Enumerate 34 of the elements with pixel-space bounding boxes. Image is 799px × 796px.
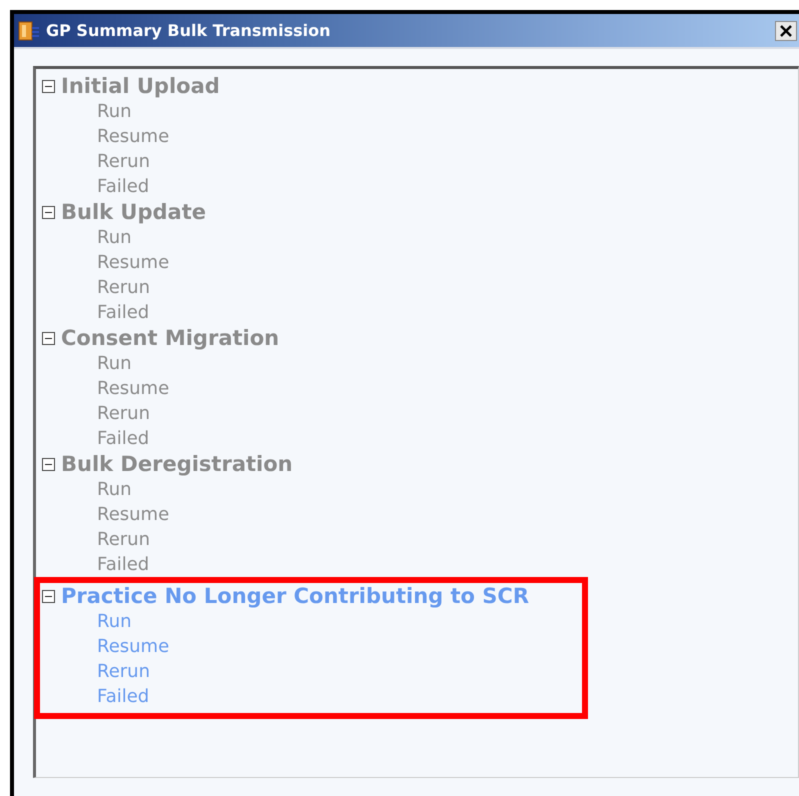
tree-item[interactable]: Rerun xyxy=(97,527,150,552)
tree-item[interactable]: Resume xyxy=(97,250,170,275)
application-icon xyxy=(18,20,40,42)
tree-item[interactable]: Rerun xyxy=(97,659,150,684)
tree-item[interactable]: Run xyxy=(97,351,132,376)
tree-item[interactable]: Run xyxy=(97,477,132,502)
tree-item[interactable]: Resume xyxy=(97,124,170,149)
tree-item[interactable]: Failed xyxy=(97,684,150,709)
tree-item[interactable]: Run xyxy=(97,99,132,124)
tree-item[interactable]: Rerun xyxy=(97,149,150,174)
expand-toggle[interactable] xyxy=(42,332,55,344)
tree-group-label[interactable]: Initial Upload xyxy=(61,74,220,98)
tree-item[interactable]: Failed xyxy=(97,174,150,199)
tree-group-label[interactable]: Consent Migration xyxy=(61,326,280,350)
tree-item[interactable]: Rerun xyxy=(97,401,150,426)
tree-item[interactable]: Resume xyxy=(97,502,170,527)
tree-group-label[interactable]: Bulk Update xyxy=(61,200,206,224)
tree-item[interactable]: Resume xyxy=(97,634,170,659)
close-button[interactable] xyxy=(775,20,797,40)
close-icon xyxy=(780,24,792,36)
tree-group-label[interactable]: Practice No Longer Contributing to SCR xyxy=(61,584,529,608)
tree-item[interactable]: Resume xyxy=(97,376,170,401)
tree-group-label[interactable]: Bulk Deregistration xyxy=(61,452,293,476)
tree-item[interactable]: Rerun xyxy=(97,275,150,300)
tree-item[interactable]: Run xyxy=(97,225,132,250)
tree-item[interactable]: Failed xyxy=(97,426,150,451)
expand-toggle[interactable] xyxy=(42,458,55,470)
window-title: GP Summary Bulk Transmission xyxy=(46,21,332,40)
expand-toggle[interactable] xyxy=(42,206,55,218)
expand-toggle[interactable] xyxy=(42,80,55,92)
tree-item[interactable]: Failed xyxy=(97,552,150,577)
tree-item[interactable]: Failed xyxy=(97,300,150,325)
expand-toggle[interactable] xyxy=(42,590,55,602)
tree-item[interactable]: Run xyxy=(97,609,132,634)
